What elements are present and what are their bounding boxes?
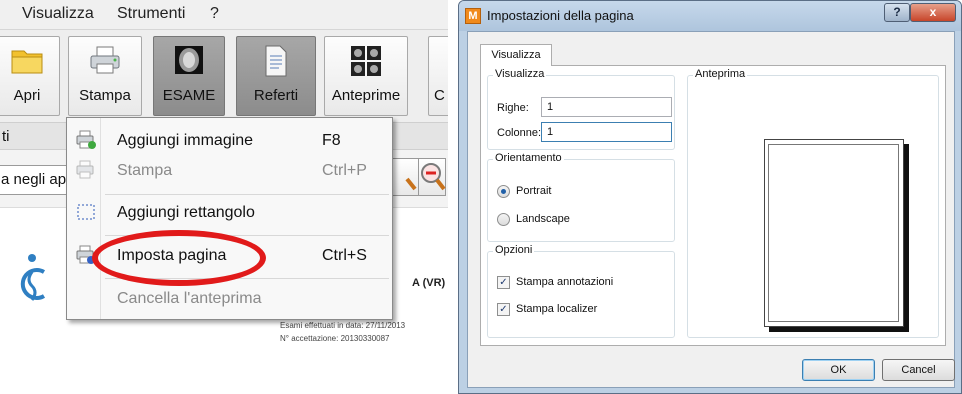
printer-icon — [76, 160, 94, 179]
menu-item-label: Aggiungi rettangolo — [117, 204, 255, 221]
app-icon: M — [465, 8, 481, 24]
zoom-out-icon — [421, 163, 446, 191]
document-header-text: A (VR) — [412, 277, 446, 289]
print-button-label: Stampa — [79, 87, 131, 104]
dashed-rectangle-icon — [77, 204, 95, 220]
menu-item-shortcut: F8 — [322, 132, 341, 149]
dialog-client-area: Visualizza Visualizza Righe: 1 Colonne: … — [467, 31, 955, 388]
reports-button-label: Referti — [253, 87, 299, 104]
rows-label: Righe: — [497, 102, 529, 114]
dialog-title: Impostazioni della pagina — [487, 8, 634, 23]
reports-button[interactable]: Referti — [236, 36, 316, 116]
ok-button[interactable]: OK — [802, 359, 875, 381]
folder-icon — [11, 50, 43, 74]
cancel-button[interactable]: Cancel — [882, 359, 955, 381]
group-orientamento-title: Orientamento — [493, 152, 564, 164]
zoom-icon — [405, 177, 417, 191]
group-visualizza: Visualizza Righe: 1 Colonne: 1 — [487, 68, 675, 150]
secondary-bar-text: ti — [2, 128, 10, 145]
pane-divider — [448, 0, 458, 394]
print-annotations-label: Stampa annotazioni — [516, 276, 614, 288]
portrait-label: Portrait — [516, 185, 552, 197]
open-button-label: Apri — [13, 87, 41, 104]
exam-button[interactable]: ESAME — [153, 36, 225, 116]
document-icon — [265, 45, 287, 77]
thumbnails-button[interactable]: Anteprime — [324, 36, 408, 116]
application-window: Visualizza Strumenti ? Apri Stampa ESAME… — [0, 0, 448, 394]
document-acceptance-number: N° accettazione: 20130330087 — [280, 334, 390, 343]
exam-button-label: ESAME — [162, 87, 216, 104]
cut-off-toolbar-button[interactable]: C — [428, 36, 448, 116]
group-orientamento: Orientamento Portrait Landscape — [487, 152, 675, 242]
open-button[interactable]: Apri — [0, 36, 60, 116]
group-opzioni-title: Opzioni — [493, 244, 535, 256]
page-preview-margin — [768, 144, 899, 322]
print-localizer-label: Stampa localizer — [516, 303, 598, 315]
toolbar: Apri Stampa ESAME Referti Anteprime C — [0, 30, 448, 122]
tab-panel: Visualizza Righe: 1 Colonne: 1 Orientame… — [480, 65, 946, 346]
dialog-titlebar: M Impostazioni della pagina ? x — [459, 1, 961, 31]
print-localizer-checkbox[interactable]: ✓ — [497, 303, 510, 316]
cut-off-button-label: C — [434, 87, 445, 104]
print-dropdown-menu: Aggiungi immagine F8 Stampa Ctrl+P Aggiu… — [66, 117, 393, 320]
menu-item-add-image[interactable]: Aggiungi immagine F8 — [67, 125, 392, 157]
printer-icon — [90, 46, 120, 74]
landscape-radio[interactable] — [497, 213, 510, 226]
menu-item-add-rectangle[interactable]: Aggiungi rettangolo — [67, 197, 392, 229]
menu-bar: Visualizza Strumenti ? — [0, 0, 448, 30]
group-anteprima-title: Anteprima — [693, 68, 748, 80]
menu-item-clear-preview[interactable]: Cancella l'anteprima — [67, 283, 392, 315]
print-button[interactable]: Stampa — [68, 36, 142, 116]
menu-item-label: Aggiungi immagine — [117, 132, 254, 149]
landscape-label: Landscape — [516, 213, 570, 225]
red-highlight-ellipse — [92, 230, 266, 286]
add-image-icon — [76, 130, 96, 149]
menu-item-print[interactable]: Stampa Ctrl+P — [67, 155, 392, 187]
zoom-out-button[interactable] — [418, 158, 446, 196]
page-setup-dialog: M Impostazioni della pagina ? x Visualiz… — [458, 0, 962, 394]
menu-item-label: Stampa — [117, 162, 173, 179]
rows-input[interactable]: 1 — [541, 97, 672, 117]
close-button[interactable]: x — [910, 3, 956, 22]
document-exam-date: Esami effettuati in data: 27/11/2013 — [280, 321, 406, 330]
menu-item-shortcut: Ctrl+P — [322, 162, 367, 179]
print-annotations-checkbox[interactable]: ✓ — [497, 276, 510, 289]
group-visualizza-title: Visualizza — [493, 68, 547, 80]
menu-item-label: Cancella l'anteprima — [117, 290, 262, 307]
menu-item-shortcut: Ctrl+S — [322, 247, 367, 264]
thumbnails-icon — [351, 46, 381, 76]
tab-visualizza[interactable]: Visualizza — [480, 44, 552, 66]
page-preview — [764, 139, 904, 327]
brain-scan-icon — [175, 46, 203, 74]
menu-separator — [105, 194, 389, 195]
portrait-radio[interactable] — [497, 185, 510, 198]
columns-label: Colonne: — [497, 127, 542, 139]
hospital-logo-icon — [20, 254, 46, 301]
menu-visualizza[interactable]: Visualizza — [22, 5, 94, 23]
help-button[interactable]: ? — [884, 3, 910, 22]
screenshot-root: Visualizza Strumenti ? Apri Stampa ESAME… — [0, 0, 962, 394]
columns-input[interactable]: 1 — [541, 122, 672, 142]
menu-help[interactable]: ? — [210, 5, 219, 23]
group-opzioni: Opzioni ✓ Stampa annotazioni ✓ Stampa lo… — [487, 244, 675, 338]
thumbnails-button-label: Anteprime — [331, 87, 401, 104]
zoom-in-button[interactable] — [392, 158, 420, 196]
search-field-text: a negli ap — [1, 171, 67, 188]
menu-strumenti[interactable]: Strumenti — [117, 5, 185, 23]
